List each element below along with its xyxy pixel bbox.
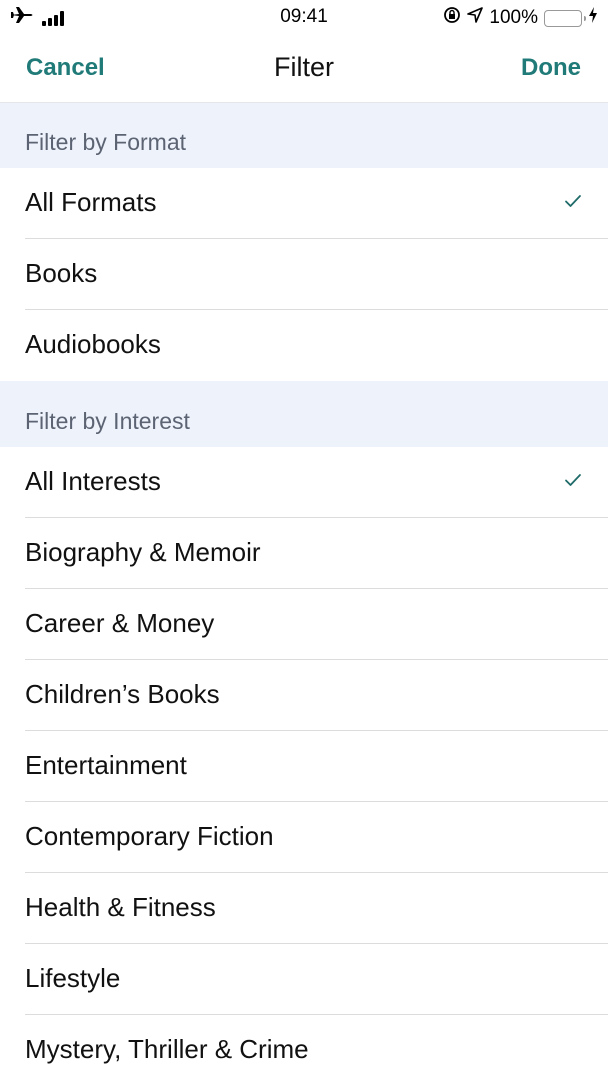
- checkmark-icon: [565, 195, 581, 207]
- cancel-button[interactable]: Cancel: [26, 54, 105, 82]
- list-item-label: All Formats: [25, 187, 157, 217]
- list-item-all-interests[interactable]: All Interests: [0, 447, 608, 518]
- list-item-label: Audiobooks: [25, 329, 161, 359]
- section-header-label: Filter by Interest: [25, 408, 190, 434]
- list-item-all-formats[interactable]: All Formats: [0, 168, 608, 239]
- section-header-interest: Filter by Interest: [0, 381, 608, 447]
- charging-icon: [588, 7, 598, 29]
- list-item-childrens-books[interactable]: Children’s Books: [0, 660, 608, 731]
- list-item-label: Biography & Memoir: [25, 537, 261, 567]
- list-item-entertainment[interactable]: Entertainment: [0, 731, 608, 802]
- section-header-label: Filter by Format: [25, 129, 187, 155]
- list-item-label: Mystery, Thriller & Crime: [25, 1034, 309, 1064]
- list-item-label: Entertainment: [25, 750, 187, 780]
- list-item-label: Books: [25, 258, 98, 288]
- list-item-label: Health & Fitness: [25, 892, 216, 922]
- list-item-books[interactable]: Books: [0, 239, 608, 310]
- list-item-biography-memoir[interactable]: Biography & Memoir: [0, 518, 608, 589]
- list-item-lifestyle[interactable]: Lifestyle: [0, 944, 608, 1015]
- done-button[interactable]: Done: [521, 54, 581, 82]
- status-bar: 09:41 100%: [0, 0, 608, 34]
- location-icon: [467, 7, 484, 29]
- list-item-label: Contemporary Fiction: [25, 821, 274, 851]
- list-item-health-fitness[interactable]: Health & Fitness: [0, 873, 608, 944]
- section-header-format: Filter by Format: [0, 103, 608, 168]
- list-item-label: Children’s Books: [25, 679, 220, 709]
- rotation-lock-icon: [443, 6, 461, 30]
- battery-icon: [544, 9, 586, 27]
- navigation-bar: Cancel Filter Done: [0, 34, 608, 103]
- battery-percent: 100%: [489, 7, 538, 28]
- checkmark-icon: [565, 474, 581, 486]
- list-item-contemporary-fiction[interactable]: Contemporary Fiction: [0, 802, 608, 873]
- list-item-label: Lifestyle: [25, 963, 121, 993]
- list-item-mystery-thriller-crime[interactable]: Mystery, Thriller & Crime: [0, 1015, 608, 1086]
- list-item-career-money[interactable]: Career & Money: [0, 589, 608, 660]
- list-item-label: Career & Money: [25, 608, 215, 638]
- list-item-label: All Interests: [25, 466, 161, 496]
- list-item-audiobooks[interactable]: Audiobooks: [0, 310, 608, 381]
